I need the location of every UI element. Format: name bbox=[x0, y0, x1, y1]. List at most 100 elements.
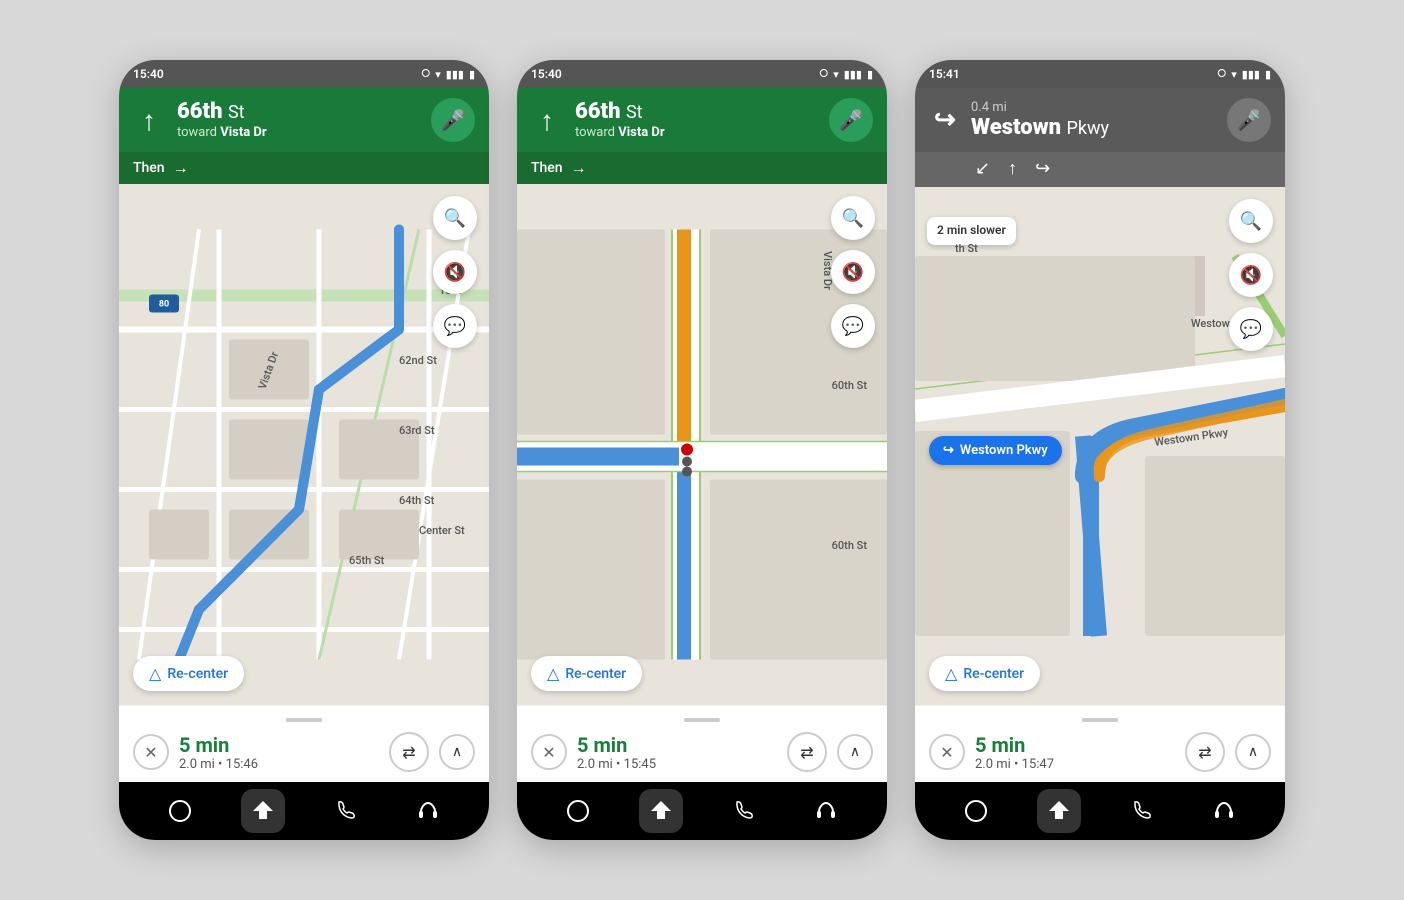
westown-badge-3: ↪ Westown Pkwy bbox=[929, 436, 1062, 465]
close-button-3[interactable]: ✕ bbox=[929, 734, 965, 770]
dir-icon-right: ↪ bbox=[1035, 158, 1050, 179]
slower-badge-3: 2 min slower bbox=[927, 217, 1016, 245]
wifi-icon-3: ▾ bbox=[1231, 68, 1237, 81]
android-phone-2[interactable] bbox=[721, 789, 765, 833]
phone-3: 15:41 ⭘ ▾ ▮▮▮ ▮ ↪ 0.4 mi Westown Pkwy 🎤 … bbox=[915, 60, 1285, 840]
map-area-2: Vista Dr 60th St 60th St 🔍 🔇 💬 △ Re-cent… bbox=[517, 184, 887, 705]
mic-button-1[interactable]: 🎤 bbox=[431, 98, 475, 142]
dir-icon-up: ↑ bbox=[1008, 158, 1017, 179]
recenter-icon-2: △ bbox=[547, 664, 559, 683]
trip-info-3: 5 min 2.0 mi • 15:47 bbox=[975, 733, 1175, 772]
then-arrow-1: → bbox=[173, 158, 189, 178]
map-buttons-1: 🔍 🔇 💬 bbox=[433, 196, 477, 348]
map-area-1: 80 62nd St 63rd St 64th St 65th St Vista… bbox=[119, 184, 489, 705]
map-buttons-3: 🔍 🔇 💬 bbox=[1229, 199, 1273, 351]
time-2: 15:40 bbox=[531, 67, 562, 81]
drag-handle-1 bbox=[286, 718, 322, 722]
trip-row-3: ✕ 5 min 2.0 mi • 15:47 ⇄ ∧ bbox=[929, 732, 1271, 772]
route-button-2[interactable]: ⇄ bbox=[787, 732, 827, 772]
search-button-2[interactable]: 🔍 bbox=[831, 196, 875, 240]
mute-button-2[interactable]: 🔇 bbox=[831, 250, 875, 294]
android-maps-2[interactable] bbox=[639, 789, 683, 833]
phone-1: 15:40 ⭘ ▾ ▮▮▮ ▮ ↑ 66th St toward Vista D… bbox=[119, 60, 489, 840]
status-bar-2: 15:40 ⭘ ▾ ▮▮▮ ▮ bbox=[517, 60, 887, 88]
bluetooth-icon: ⭘ bbox=[421, 67, 430, 81]
signal-icon: ▮▮▮ bbox=[446, 68, 464, 81]
report-button-2[interactable]: 💬 bbox=[831, 304, 875, 348]
street-name-2: 66th St bbox=[575, 100, 817, 124]
mute-button-3[interactable]: 🔇 bbox=[1229, 253, 1273, 297]
status-bar-3: 15:41 ⭘ ▾ ▮▮▮ ▮ bbox=[915, 60, 1285, 88]
route-button-3[interactable]: ⇄ bbox=[1185, 732, 1225, 772]
nav-header-1: ↑ 66th St toward Vista Dr 🎤 bbox=[119, 88, 489, 152]
recenter-button-1[interactable]: △ Re-center bbox=[133, 656, 244, 691]
wifi-icon-2: ▾ bbox=[833, 68, 839, 81]
report-button-3[interactable]: 💬 bbox=[1229, 307, 1273, 351]
recenter-button-3[interactable]: △ Re-center bbox=[929, 656, 1040, 691]
distance-3: 0.4 mi bbox=[971, 100, 1217, 115]
wifi-icon: ▾ bbox=[435, 68, 441, 81]
direction-arrow-2: ↑ bbox=[531, 104, 563, 137]
recenter-button-2[interactable]: △ Re-center bbox=[531, 656, 642, 691]
then-banner-1: Then → bbox=[119, 152, 489, 184]
status-icons-1: ⭘ ▾ ▮▮▮ ▮ bbox=[421, 67, 475, 81]
street-info-1: 66th St toward Vista Dr bbox=[177, 100, 419, 139]
recenter-icon-3: △ bbox=[945, 664, 957, 683]
drag-handle-2 bbox=[684, 718, 720, 722]
nav-header-3: ↪ 0.4 mi Westown Pkwy 🎤 bbox=[915, 88, 1285, 152]
eta-2: 5 min bbox=[577, 733, 777, 757]
mic-button-2[interactable]: 🎤 bbox=[829, 98, 873, 142]
svg-text:80: 80 bbox=[159, 300, 169, 310]
bluetooth-icon-3: ⭘ bbox=[1217, 67, 1226, 81]
then-text-1: Then bbox=[133, 160, 165, 176]
android-phone-1[interactable] bbox=[323, 789, 367, 833]
android-headphones-2[interactable] bbox=[804, 789, 848, 833]
westown-arrow-icon: ↪ bbox=[943, 443, 954, 458]
trip-row-1: ✕ 5 min 2.0 mi • 15:46 ⇄ ∧ bbox=[133, 732, 475, 772]
report-button-1[interactable]: 💬 bbox=[433, 304, 477, 348]
westown-label: Westown Pkwy bbox=[960, 443, 1048, 458]
street-info-2: 66th St toward Vista Dr bbox=[575, 100, 817, 139]
sub-directions-3: ↙ ↑ ↪ bbox=[915, 152, 1285, 187]
phone-2: 15:40 ⭘ ▾ ▮▮▮ ▮ ↑ 66th St toward Vista D… bbox=[517, 60, 887, 840]
close-button-1[interactable]: ✕ bbox=[133, 734, 169, 770]
bottom-panel-3: ✕ 5 min 2.0 mi • 15:47 ⇄ ∧ bbox=[915, 705, 1285, 782]
android-home-3[interactable] bbox=[954, 789, 998, 833]
android-phone-3[interactable] bbox=[1119, 789, 1163, 833]
mute-button-1[interactable]: 🔇 bbox=[433, 250, 477, 294]
android-maps-1[interactable] bbox=[241, 789, 285, 833]
android-home-2[interactable] bbox=[556, 789, 600, 833]
route-button-1[interactable]: ⇄ bbox=[389, 732, 429, 772]
search-button-3[interactable]: 🔍 bbox=[1229, 199, 1273, 243]
recenter-label-1: Re-center bbox=[167, 666, 228, 682]
status-bar-1: 15:40 ⭘ ▾ ▮▮▮ ▮ bbox=[119, 60, 489, 88]
bottom-panel-2: ✕ 5 min 2.0 mi • 15:45 ⇄ ∧ bbox=[517, 705, 887, 782]
android-headphones-3[interactable] bbox=[1202, 789, 1246, 833]
street-info-3: 0.4 mi Westown Pkwy bbox=[971, 100, 1217, 140]
search-button-1[interactable]: 🔍 bbox=[433, 196, 477, 240]
expand-button-3[interactable]: ∧ bbox=[1235, 734, 1271, 770]
recenter-label-3: Re-center bbox=[963, 666, 1024, 682]
android-maps-3[interactable] bbox=[1037, 789, 1081, 833]
map-area-3: Westown Pkwy th St 2 min slower bbox=[915, 187, 1285, 705]
nav-header-2: ↑ 66th St toward Vista Dr 🎤 bbox=[517, 88, 887, 152]
details-1: 2.0 mi • 15:46 bbox=[179, 757, 379, 772]
trip-info-1: 5 min 2.0 mi • 15:46 bbox=[179, 733, 379, 772]
battery-icon: ▮ bbox=[469, 68, 475, 81]
android-headphones-1[interactable] bbox=[406, 789, 450, 833]
street-name-1: 66th St bbox=[177, 100, 419, 124]
android-nav-3 bbox=[915, 782, 1285, 840]
close-button-2[interactable]: ✕ bbox=[531, 734, 567, 770]
eta-1: 5 min bbox=[179, 733, 379, 757]
mic-button-3[interactable]: 🎤 bbox=[1227, 98, 1271, 142]
map-buttons-2: 🔍 🔇 💬 bbox=[831, 196, 875, 348]
direction-arrow-3: ↪ bbox=[929, 105, 961, 135]
expand-button-2[interactable]: ∧ bbox=[837, 734, 873, 770]
time-3: 15:41 bbox=[929, 67, 960, 81]
android-nav-1 bbox=[119, 782, 489, 840]
expand-button-1[interactable]: ∧ bbox=[439, 734, 475, 770]
bottom-panel-1: ✕ 5 min 2.0 mi • 15:46 ⇄ ∧ bbox=[119, 705, 489, 782]
android-home-1[interactable] bbox=[158, 789, 202, 833]
signal-icon-3: ▮▮▮ bbox=[1242, 68, 1260, 81]
then-text-2: Then bbox=[531, 160, 563, 176]
